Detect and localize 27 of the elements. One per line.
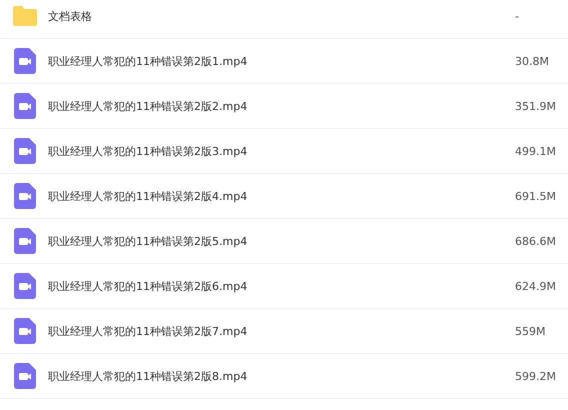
file-size: 351.9M: [515, 100, 557, 112]
folder-icon: [13, 6, 37, 26]
file-size: 599.2M: [515, 370, 557, 382]
file-name[interactable]: 职业经理人常犯的11种错误第2版7.mp4: [48, 324, 515, 338]
video-file-icon: [14, 363, 36, 389]
file-size: 499.1M: [515, 144, 557, 158]
file-name[interactable]: 文档表格: [48, 8, 515, 24]
file-name[interactable]: 职业经理人常犯的11种错误第2版4.mp4: [48, 188, 515, 204]
file-size: 624.9M: [515, 280, 557, 292]
file-size: 559M: [515, 324, 546, 338]
video-file-icon: [14, 318, 36, 344]
video-file-icon: [14, 183, 36, 209]
file-size: 30.8M: [515, 54, 550, 68]
file-name[interactable]: 职业经理人常犯的11种错误第2版1.mp4: [48, 54, 515, 68]
file-name[interactable]: 职业经理人常犯的11种错误第2版6.mp4: [48, 278, 515, 294]
file-size: 691.5M: [515, 190, 557, 202]
file-name[interactable]: 职业经理人常犯的11种错误第2版3.mp4: [48, 144, 515, 158]
video-file-icon: [14, 273, 36, 299]
video-file-icon: [14, 93, 36, 119]
video-file-icon: [14, 228, 36, 254]
file-name[interactable]: 职业经理人常犯的11种错误第2版5.mp4: [48, 234, 515, 248]
file-size: -: [515, 10, 520, 22]
file-name[interactable]: 职业经理人常犯的11种错误第2版2.mp4: [48, 98, 515, 114]
video-file-icon: [14, 48, 36, 74]
file-size: 686.6M: [515, 234, 557, 248]
video-file-icon: [14, 138, 36, 164]
file-name[interactable]: 职业经理人常犯的11种错误第2版8.mp4: [48, 368, 515, 384]
